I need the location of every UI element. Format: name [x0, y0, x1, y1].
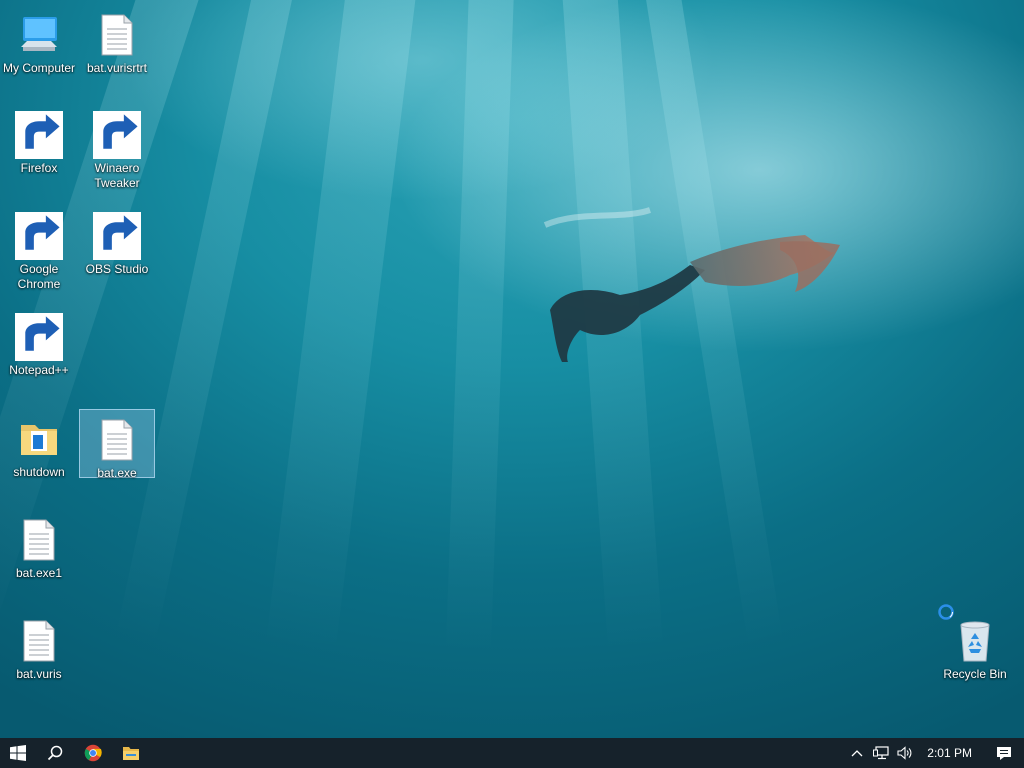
taskbar-chrome-button[interactable]	[74, 738, 112, 768]
swimmer-image	[543, 207, 840, 362]
desktop-icon-label: Recycle Bin	[943, 667, 1007, 681]
desktop-icon-winaero-tweaker[interactable]: Winaero Tweaker	[79, 104, 155, 196]
folder-icon	[21, 425, 57, 455]
desktop-icon-label: OBS Studio	[85, 262, 149, 276]
shortcut-arrow-icon	[15, 313, 63, 361]
desktop-icon-bat-exe[interactable]: bat.exe	[79, 409, 155, 480]
desktop-icon-bat-vurisrtrt[interactable]: bat.vurisrtrt	[79, 4, 155, 81]
desktop-icon-label: bat.exe	[97, 466, 137, 480]
volume-icon	[897, 746, 912, 760]
volume-button[interactable]	[893, 738, 917, 768]
search-icon	[47, 745, 63, 761]
desktop-icon-label: bat.exe1	[15, 566, 63, 580]
taskbar-clock[interactable]: 2:01 PM	[917, 746, 984, 760]
desktop-icon-label: Winaero Tweaker	[94, 161, 140, 190]
document-icon	[101, 14, 133, 56]
shortcut-arrow-icon	[15, 212, 63, 260]
desktop-icon-label: Notepad++	[9, 363, 69, 377]
document-icon	[101, 419, 133, 461]
taskbar-file-explorer-button[interactable]	[112, 738, 150, 768]
recycle-bin-icon	[960, 621, 990, 662]
desktop-icon-notepad-plus-plus[interactable]: Notepad++	[1, 306, 77, 383]
chevron-up-icon	[851, 750, 863, 757]
desktop-icon-bat-vuris[interactable]: bat.vuris	[1, 610, 77, 687]
windows-logo-icon	[10, 745, 26, 761]
shortcut-arrow-icon	[15, 111, 63, 159]
taskbar: 2:01 PM	[0, 738, 1024, 768]
action-center-icon	[997, 746, 1011, 760]
action-center-button[interactable]	[984, 738, 1024, 768]
show-hidden-icons-button[interactable]	[845, 738, 869, 768]
shortcut-arrow-icon	[93, 212, 141, 260]
desktop-icon-bat-exe1[interactable]: bat.exe1	[1, 509, 77, 586]
desktop-icon-label: bat.vuris	[16, 667, 62, 681]
network-button[interactable]	[869, 738, 893, 768]
desktop-icon-shutdown[interactable]: shutdown	[1, 408, 77, 485]
desktop-icon-obs-studio[interactable]: OBS Studio	[79, 205, 155, 282]
desktop-background[interactable]: My Computer Firefox Google Chrome Notepa…	[0, 0, 1024, 738]
document-icon	[23, 519, 55, 561]
document-icon	[23, 620, 55, 662]
computer-icon	[21, 17, 57, 51]
desktop-icon-label: Google Chrome	[17, 262, 61, 291]
desktop-icon-label: Firefox	[20, 161, 58, 175]
desktop-icon-label: shutdown	[13, 465, 65, 479]
network-icon	[873, 746, 889, 760]
desktop-icon-recycle-bin[interactable]: Recycle Bin	[937, 610, 1013, 687]
search-button[interactable]	[36, 738, 74, 768]
file-explorer-icon	[123, 747, 139, 760]
desktop-icon-google-chrome[interactable]: Google Chrome	[1, 205, 77, 297]
shortcut-arrow-icon	[93, 111, 141, 159]
desktop-icon-label: My Computer	[2, 61, 76, 75]
start-button[interactable]	[0, 738, 36, 768]
desktop-icon-my-computer[interactable]: My Computer	[1, 4, 77, 81]
desktop-icon-firefox[interactable]: Firefox	[1, 104, 77, 181]
system-tray: 2:01 PM	[845, 738, 1024, 768]
desktop-icon-label: bat.vurisrtrt	[86, 61, 147, 75]
chrome-icon	[84, 744, 102, 762]
